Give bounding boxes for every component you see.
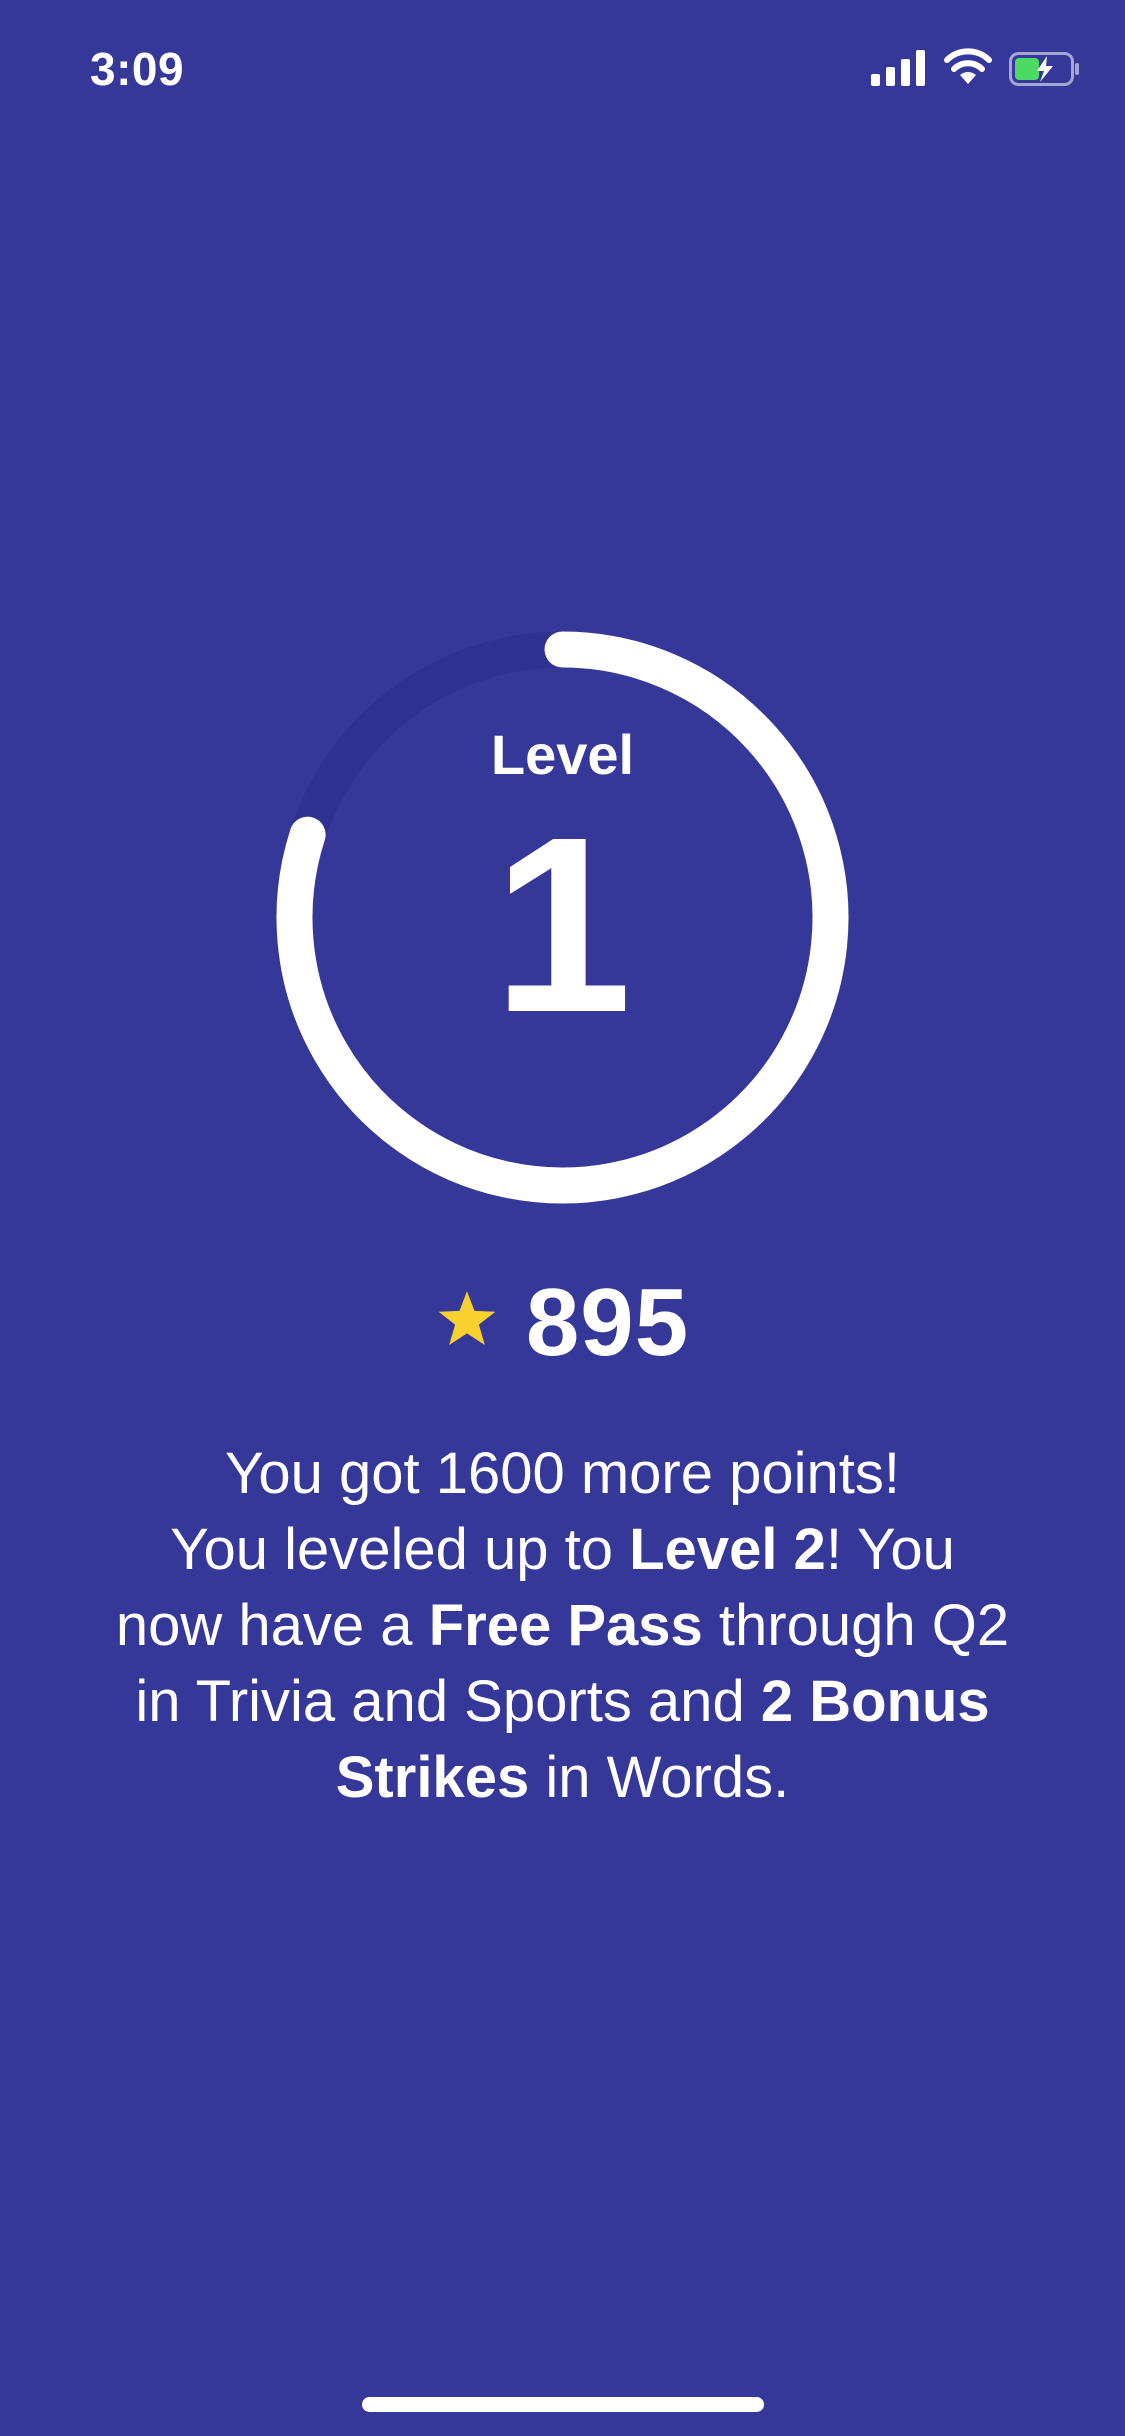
message-text: ! You: [825, 1517, 955, 1582]
wifi-icon: [944, 48, 992, 84]
level-up-message: You got 1600 more points! You leveled up…: [90, 1436, 1035, 1816]
star-icon: [438, 1291, 496, 1346]
message-text: in Words.: [529, 1745, 790, 1810]
level-progress-ring: Level 1: [275, 630, 850, 1205]
points-row: 895: [0, 1268, 1125, 1378]
message-bold-level: Level 2: [629, 1517, 826, 1582]
message-text: You leveled up to: [170, 1517, 630, 1582]
points-value: 895: [525, 1269, 690, 1376]
message-text: You got 1600 more points!: [224, 1441, 900, 1506]
status-time: 3:09: [90, 43, 185, 95]
level-label: Level: [490, 723, 635, 786]
battery-icon: [1009, 52, 1079, 86]
message-bold-bonus: 2 Bonus: [760, 1669, 990, 1734]
message-line: in Trivia and Sports and 2 Bonus: [90, 1664, 1035, 1740]
status-icons: [871, 46, 1081, 92]
level-number: 1: [492, 785, 633, 1064]
message-line: Strikes in Words.: [90, 1740, 1035, 1816]
signal-icon: [871, 50, 925, 86]
message-line: now have a Free Pass through Q2: [90, 1588, 1035, 1664]
message-text: through Q2: [702, 1593, 1010, 1658]
message-text: in Trivia and Sports and: [135, 1669, 761, 1734]
message-text: now have a: [115, 1593, 429, 1658]
message-line: You got 1600 more points!: [90, 1436, 1035, 1512]
message-line: You leveled up to Level 2! You: [90, 1512, 1035, 1588]
message-bold-free-pass: Free Pass: [428, 1593, 703, 1658]
message-bold-strikes: Strikes: [335, 1745, 530, 1810]
status-bar: 3:09: [0, 0, 1125, 140]
home-indicator[interactable]: [362, 2397, 764, 2412]
